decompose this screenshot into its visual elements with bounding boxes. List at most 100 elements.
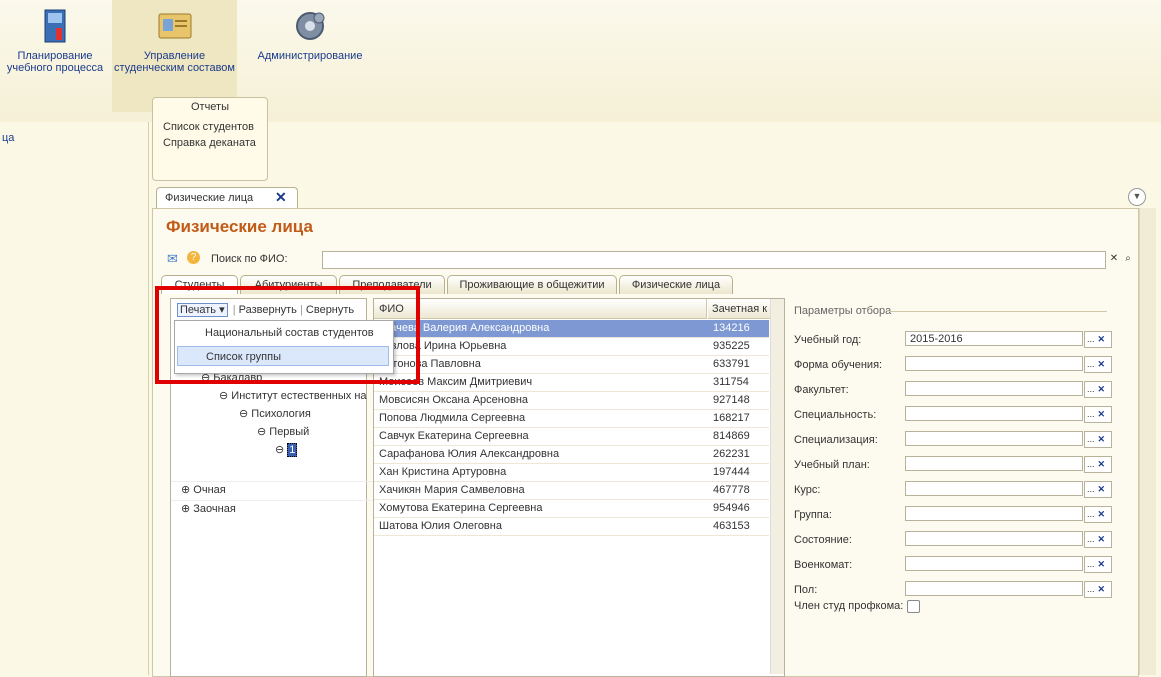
cell-fio: Хачикян Мария Самвеловна [379,484,525,496]
ellipsis-icon[interactable]: ... [1087,434,1095,444]
clear-icon[interactable]: ✕ [1098,359,1106,369]
section-students-label1: Управление [143,50,206,62]
section-planning[interactable]: Планирование учебного процесса [0,8,110,74]
ellipsis-icon[interactable]: ... [1087,409,1095,419]
cell-fio: Савчук Екатерина Сергеевна [379,430,529,442]
expand-node-icon[interactable]: ⊕ [181,484,190,496]
param-select-button[interactable]: ... ✕ [1084,431,1112,448]
param-field[interactable] [905,506,1083,521]
clear-icon[interactable]: ✕ [1098,584,1106,594]
param-field[interactable] [905,456,1083,471]
param-select-button[interactable]: ... ✕ [1084,331,1112,348]
book-icon [42,8,68,44]
cell-number: 954946 [713,502,750,514]
search-label: Поиск по ФИО: [211,253,288,265]
clear-icon[interactable]: ✕ [1098,509,1106,519]
tab-physical-persons[interactable]: Физические лица ✕ [156,187,298,210]
tree-node-label: Очная [193,484,226,496]
table-row[interactable]: Мовсисян Оксана Арсеновна 927148 [374,392,769,410]
subtab-persons[interactable]: Физические лица [619,275,733,294]
section-admin[interactable]: Администрирование [245,8,375,62]
param-field[interactable] [905,431,1083,446]
search-icon[interactable]: ⌕ [1121,252,1135,266]
param-field[interactable] [905,581,1083,596]
report-link-dean[interactable]: Справка деканата [153,135,267,151]
expand-node-icon[interactable]: ⊕ [181,503,190,515]
ellipsis-icon[interactable]: ... [1087,459,1095,469]
clear-icon[interactable]: ✕ [1098,484,1106,494]
cell-number: 935225 [713,340,750,352]
param-field[interactable] [905,481,1083,496]
tab-label: Физические лица [165,192,254,204]
param-field[interactable] [905,531,1083,546]
ellipsis-icon[interactable]: ... [1087,384,1095,394]
ellipsis-icon[interactable]: ... [1087,334,1095,344]
param-select-button[interactable]: ... ✕ [1084,356,1112,373]
close-icon[interactable]: ✕ [275,189,287,206]
collapse-node-icon[interactable]: ⊖ [275,444,284,456]
table-row[interactable]: Хомутова Екатерина Сергеевна 954946 [374,500,769,518]
param-select-button[interactable]: ... ✕ [1084,456,1112,473]
column-header-number[interactable]: Зачетная к [708,299,770,319]
param-label: Учебный план: [794,459,870,471]
ellipsis-icon[interactable]: ... [1087,534,1095,544]
param-select-button[interactable]: ... ✕ [1084,381,1112,398]
ellipsis-icon[interactable]: ... [1087,509,1095,519]
tree-node-label: 1 [287,443,298,457]
profcom-checkbox[interactable] [907,600,920,613]
report-link-students[interactable]: Список студентов [153,119,267,135]
clear-icon[interactable]: ✕ [1098,334,1106,344]
clear-icon[interactable]: ✕ [1098,559,1106,569]
table-row[interactable]: Савчук Екатерина Сергеевна 814869 [374,428,769,446]
table-row[interactable]: Шатова Юлия Олеговна 463153 [374,518,769,536]
collapse-node-icon[interactable]: ⊖ [219,390,228,402]
tree-node[interactable]: ⊕ Заочная [171,500,374,518]
param-select-button[interactable]: ... ✕ [1084,556,1112,573]
subtab-dormitory[interactable]: Проживающие в общежитии [447,275,617,294]
table-row[interactable]: Хан Кристина Артуровна 197444 [374,464,769,482]
param-select-button[interactable]: ... ✕ [1084,481,1112,498]
chevron-down-icon[interactable]: ▼ [1128,188,1146,206]
table-row[interactable]: Моисеев Максим Дмитриевич 311754 [374,374,769,392]
ellipsis-icon[interactable]: ... [1087,584,1095,594]
param-select-button[interactable]: ... ✕ [1084,406,1112,423]
help-icon[interactable]: ? [187,251,200,264]
clear-icon[interactable]: ✕ [1098,459,1106,469]
collapse-node-icon[interactable]: ⊖ [257,426,266,438]
page-title: Физические лица [166,217,313,236]
clear-icon[interactable]: ✕ [1098,434,1106,444]
clear-icon[interactable]: ✕ [1098,534,1106,544]
clear-icon[interactable]: ✕ [1098,409,1106,419]
column-header-fio[interactable]: ФИО [374,299,707,319]
params-header: Параметры отбора [794,305,892,317]
param-select-button[interactable]: ... ✕ [1084,581,1112,598]
list-scrollbar[interactable] [770,299,784,674]
left-navigation: ца [0,122,149,675]
param-select-button[interactable]: ... ✕ [1084,531,1112,548]
param-label: Специальность: [794,409,877,421]
leftnav-item[interactable]: ца [2,132,14,144]
collapse-node-icon[interactable]: ⊖ [239,408,248,420]
table-row[interactable]: Козлова Ирина Юрьевна 935225 [374,338,769,356]
param-field[interactable] [905,556,1083,571]
table-row[interactable]: Сарафанова Юлия Александровна 262231 [374,446,769,464]
envelope-icon[interactable]: ✉ [167,251,178,267]
ellipsis-icon[interactable]: ... [1087,559,1095,569]
table-row[interactable]: Ткачева Валерия Александровна 134216 [374,320,769,338]
section-students[interactable]: Управление студенческим составом [112,0,237,112]
table-row[interactable]: Хачикян Мария Самвеловна 467778 [374,482,769,500]
param-field[interactable] [905,381,1083,396]
ellipsis-icon[interactable]: ... [1087,484,1095,494]
table-row[interactable]: Антонова Павловна 633791 [374,356,769,374]
param-field[interactable]: 2015-2016 [905,331,1083,346]
vertical-scrollbar[interactable] [1139,208,1156,675]
param-select-button[interactable]: ... ✕ [1084,506,1112,523]
tree-node[interactable]: ⊕ Очная [171,481,374,499]
param-field[interactable] [905,356,1083,371]
table-row[interactable]: Попова Людмила Сергеевна 168217 [374,410,769,428]
search-input[interactable] [322,251,1106,269]
param-field[interactable] [905,406,1083,421]
clear-icon[interactable]: ✕ [1098,384,1106,394]
clear-icon[interactable]: ✕ [1107,252,1121,266]
ellipsis-icon[interactable]: ... [1087,359,1095,369]
